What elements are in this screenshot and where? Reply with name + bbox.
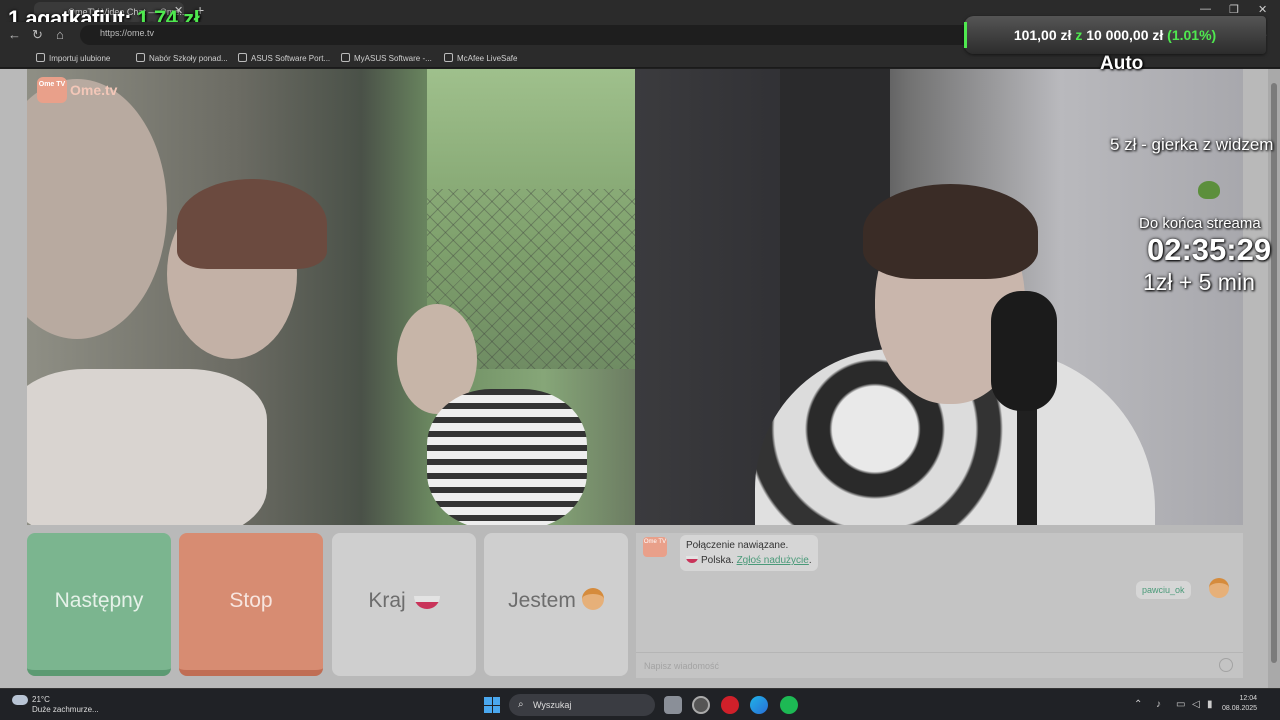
message-placeholder: Napisz wiadomość bbox=[644, 661, 720, 671]
search-icon: ⌕ bbox=[518, 699, 524, 710]
bookmark-0[interactable]: Importuj ulubione bbox=[36, 53, 110, 63]
maximize-icon[interactable]: ❐ bbox=[1229, 3, 1239, 16]
boy-face-icon bbox=[581, 588, 604, 610]
country-text: Polska. bbox=[701, 555, 734, 566]
ome-tv-page: Ome TV Ome.tv Następny Stop Kraj Jestem … bbox=[0, 69, 1280, 688]
promo-text: 5 zł - gierka z widzem bbox=[1110, 135, 1274, 154]
streamer-hair bbox=[863, 184, 1038, 279]
bookmark-4[interactable]: McAfee LiveSafe bbox=[444, 53, 517, 63]
logo-badge: Ome TV bbox=[37, 77, 67, 103]
taskbar-search[interactable]: ⌕ Wyszukaj bbox=[509, 694, 655, 716]
battery-icon[interactable]: ▮ bbox=[1207, 699, 1213, 710]
site-icon bbox=[136, 53, 145, 62]
person-shape bbox=[27, 79, 167, 339]
mic-stand bbox=[1017, 399, 1037, 525]
weather-widget[interactable]: 21°C Duże zachmurze... bbox=[12, 695, 99, 714]
microphone bbox=[991, 291, 1057, 411]
time: 12:04 bbox=[1239, 695, 1258, 702]
chat-ometv-icon: Ome TV bbox=[643, 537, 667, 557]
shirt-shape bbox=[27, 369, 267, 525]
next-button[interactable]: Następny bbox=[27, 533, 171, 676]
country-button[interactable]: Kraj bbox=[332, 533, 476, 676]
globe-icon bbox=[341, 53, 350, 62]
person-hair bbox=[177, 179, 327, 269]
report-abuse-link[interactable]: Zgłoś nadużycie bbox=[737, 555, 809, 566]
url-text: https://ome.tv bbox=[100, 28, 155, 38]
app-icon[interactable] bbox=[692, 696, 710, 714]
page-scrollbar[interactable] bbox=[1268, 69, 1280, 688]
logo-text: Ome.tv bbox=[70, 82, 118, 98]
mode-label: Auto bbox=[1100, 53, 1144, 74]
stranger-video: Ome TV Ome.tv bbox=[27, 69, 635, 525]
clock[interactable]: 12:04 08.08.2025 bbox=[1222, 694, 1257, 714]
task-view-icon[interactable] bbox=[664, 696, 682, 714]
folder-icon bbox=[36, 53, 45, 62]
bookmark-2[interactable]: ASUS Software Port... bbox=[238, 53, 330, 63]
microphone-icon[interactable]: ♪ bbox=[1156, 699, 1161, 710]
stop-label: Stop bbox=[229, 589, 273, 612]
report-suffix: . bbox=[808, 555, 812, 566]
user-avatar-icon bbox=[1209, 578, 1229, 598]
spotify-icon[interactable] bbox=[780, 696, 798, 714]
emoji-icon[interactable] bbox=[1219, 658, 1233, 672]
poland-flag-icon bbox=[686, 556, 698, 563]
gender-label: Jestem bbox=[508, 589, 576, 612]
start-icon[interactable] bbox=[484, 697, 500, 713]
edge-icon[interactable] bbox=[750, 696, 768, 714]
tray-chevron-icon[interactable]: ⌃ bbox=[1134, 699, 1142, 710]
pepe-emote-icon bbox=[1198, 181, 1220, 199]
globe-icon bbox=[444, 53, 453, 62]
time-rate: 1zł + 5 min bbox=[1143, 269, 1255, 295]
goal-separator: z bbox=[1075, 27, 1083, 43]
close-window-icon[interactable]: ✕ bbox=[1258, 3, 1267, 16]
refresh-icon[interactable]: ↻ bbox=[32, 27, 43, 43]
globe-icon bbox=[238, 53, 247, 62]
system-message: Połączenie nawiązane. Polska. Zgłoś nadu… bbox=[680, 535, 818, 571]
country-label: Kraj bbox=[368, 589, 406, 612]
chat-username: pawciu_ok bbox=[1136, 581, 1191, 599]
goal-percent: (1.01%) bbox=[1167, 27, 1217, 43]
goal-current: 101,00 zł bbox=[1013, 27, 1072, 43]
windows-taskbar: 21°C Duże zachmurze... ⌕ Wyszukaj ⌃ ♪ ▭ … bbox=[0, 688, 1280, 720]
minimize-icon[interactable]: — bbox=[1200, 3, 1211, 15]
gender-button[interactable]: Jestem bbox=[484, 533, 628, 676]
donation-goal-bar: 101,00 zł z 10 000,00 zł (1.01%) bbox=[964, 16, 1266, 54]
scroll-thumb[interactable] bbox=[1271, 83, 1277, 663]
home-icon[interactable]: ⌂ bbox=[56, 27, 64, 42]
bookmark-3[interactable]: MyASUS Software -... bbox=[341, 53, 432, 63]
search-label: Wyszukaj bbox=[533, 700, 572, 710]
countdown-value: 02:35:29 bbox=[1147, 232, 1272, 267]
stop-button[interactable]: Stop bbox=[179, 533, 323, 676]
temperature: 21°C bbox=[32, 695, 50, 704]
volume-icon[interactable]: ◁ bbox=[1192, 699, 1200, 710]
poland-flag-icon bbox=[413, 596, 440, 609]
countdown-label: Do końca streama bbox=[1139, 215, 1261, 232]
ometv-logo[interactable]: Ome TV Ome.tv bbox=[37, 77, 117, 103]
next-label: Następny bbox=[54, 589, 144, 612]
connected-text: Połączenie nawiązane. bbox=[686, 540, 789, 551]
message-input[interactable]: Napisz wiadomość bbox=[636, 652, 1243, 678]
cloud-icon bbox=[12, 695, 28, 705]
date: 08.08.2025 bbox=[1222, 705, 1258, 712]
weather-desc: Duże zachmurze... bbox=[32, 705, 99, 714]
bookmark-1[interactable]: Nabór Szkoły ponad... bbox=[136, 53, 228, 63]
back-icon[interactable]: ← bbox=[8, 27, 21, 42]
goal-target: 10 000,00 zł bbox=[1086, 27, 1164, 43]
opera-icon[interactable] bbox=[721, 696, 739, 714]
goal-progress-indicator bbox=[964, 22, 967, 48]
striped-shirt bbox=[427, 389, 587, 525]
network-icon[interactable]: ▭ bbox=[1176, 699, 1185, 710]
